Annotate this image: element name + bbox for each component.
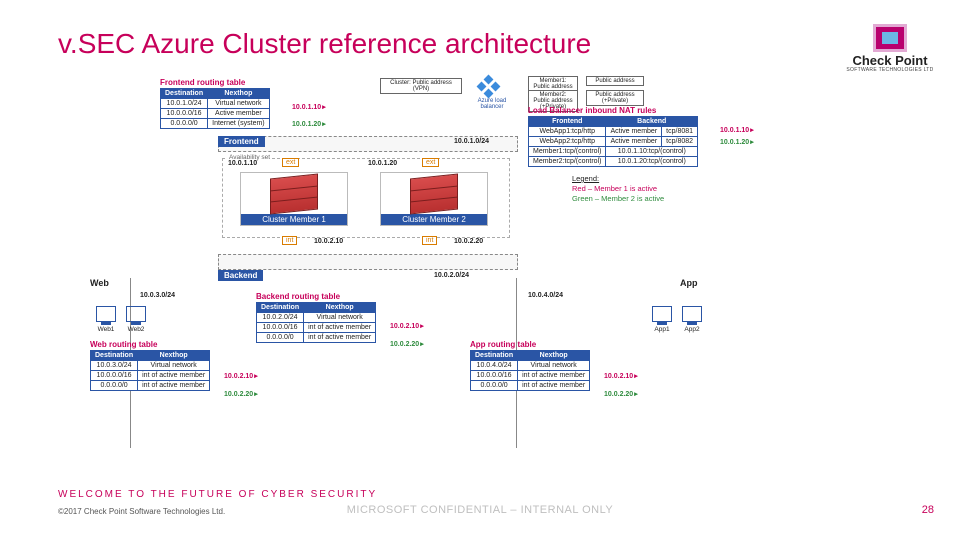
firewall-icon — [410, 173, 458, 214]
legend: Legend: Red – Member 1 is active Green –… — [572, 174, 664, 203]
m1-int-ip: 10.0.2.10 — [314, 238, 343, 245]
m2-int-ip: 10.0.2.20 — [454, 238, 483, 245]
app-tier-label: App — [680, 278, 698, 288]
page-number: 28 — [922, 504, 934, 516]
web-ip-red: 10.0.2.10 — [224, 372, 258, 380]
m1-name: Cluster Member 1 — [241, 214, 347, 225]
app-host-1: App1 — [650, 306, 674, 333]
web-cidr: 10.0.3.0/24 — [140, 292, 175, 299]
app-ip-green: 10.0.2.20 — [604, 390, 638, 398]
architecture-diagram: Cluster: Public address (VPN) Azure load… — [160, 78, 800, 458]
backend-routing-table: Backend routing table DestinationNexthop… — [256, 292, 376, 343]
cluster-vpn-box: Cluster: Public address (VPN) — [380, 78, 462, 94]
app-ip-red: 10.0.2.10 — [604, 372, 638, 380]
m1-int-tag: int — [282, 236, 297, 245]
logo-name: Check Point — [846, 54, 934, 67]
footer-copyright: ©2017 Check Point Software Technologies … — [58, 507, 225, 516]
cluster-member-2: Cluster Member 2 — [380, 172, 488, 226]
frontend-rt-title: Frontend routing table — [160, 78, 270, 87]
web-tier-label: Web — [90, 278, 109, 288]
logo-badge-icon — [873, 24, 907, 52]
backend-rt-title: Backend routing table — [256, 292, 376, 301]
web-ip-green: 10.0.2.20 — [224, 390, 258, 398]
m2-int-tag: int — [422, 236, 437, 245]
backend-ip-red: 10.0.2.10 — [390, 322, 424, 330]
member2-pub-box: Public address (+Private) — [586, 90, 644, 106]
m1-ext-tag: ext — [282, 158, 299, 167]
load-balancer-icon — [480, 78, 496, 96]
member1-pub-box: Public address — [586, 76, 644, 86]
m2-ext-tag: ext — [422, 158, 439, 167]
legend-red: Red – Member 1 is active — [572, 184, 657, 193]
frontend-subnet-label: Frontend — [218, 136, 265, 147]
legend-green: Green – Member 2 is active — [572, 194, 664, 203]
footer-confidential: MICROSOFT CONFIDENTIAL – INTERNAL ONLY — [347, 504, 614, 516]
logo-sub: SOFTWARE TECHNOLOGIES LTD — [846, 67, 934, 73]
page-title: v.SEC Azure Cluster reference architectu… — [58, 28, 591, 60]
nat-right-ip-red: 10.0.1.10 — [720, 126, 754, 134]
web-routing-table: Web routing table DestinationNexthop 10.… — [90, 340, 210, 391]
m1-ext-ip: 10.0.1.10 — [228, 160, 257, 167]
backend-cidr: 10.0.2.0/24 — [434, 272, 469, 279]
nat-rules-table: Load Balancer inbound NAT rules Frontend… — [528, 106, 698, 167]
firewall-icon — [270, 173, 318, 214]
frontend-routing-table: Frontend routing table DestinationNextho… — [160, 78, 270, 129]
app-cidr: 10.0.4.0/24 — [528, 292, 563, 299]
frontend-active-ip-green: 10.0.1.20 — [292, 120, 326, 128]
frontend-active-ip-red: 10.0.1.10 — [292, 103, 326, 111]
backend-ip-green: 10.0.2.20 — [390, 340, 424, 348]
app-host-2: App2 — [680, 306, 704, 333]
web-host-2: Web2 — [124, 306, 148, 333]
m2-name: Cluster Member 2 — [381, 214, 487, 225]
app-routing-table: App routing table DestinationNexthop 10.… — [470, 340, 590, 391]
web-rt-title: Web routing table — [90, 340, 210, 349]
nat-right-ip-green: 10.0.1.20 — [720, 138, 754, 146]
backend-subnet — [218, 254, 518, 270]
backend-subnet-label: Backend — [218, 270, 263, 281]
load-balancer-label: Azure load balancer — [472, 98, 512, 110]
web-host-1: Web1 — [94, 306, 118, 333]
vendor-logo: Check Point SOFTWARE TECHNOLOGIES LTD — [846, 24, 934, 73]
m2-ext-ip: 10.0.1.20 — [368, 160, 397, 167]
cluster-member-1: Cluster Member 1 — [240, 172, 348, 226]
app-rt-title: App routing table — [470, 340, 590, 349]
legend-title: Legend: — [572, 174, 599, 183]
footer-tagline: WELCOME TO THE FUTURE OF CYBER SECURITY — [58, 489, 377, 500]
frontend-cidr: 10.0.1.0/24 — [454, 138, 489, 145]
nat-title: Load Balancer inbound NAT rules — [528, 106, 698, 115]
